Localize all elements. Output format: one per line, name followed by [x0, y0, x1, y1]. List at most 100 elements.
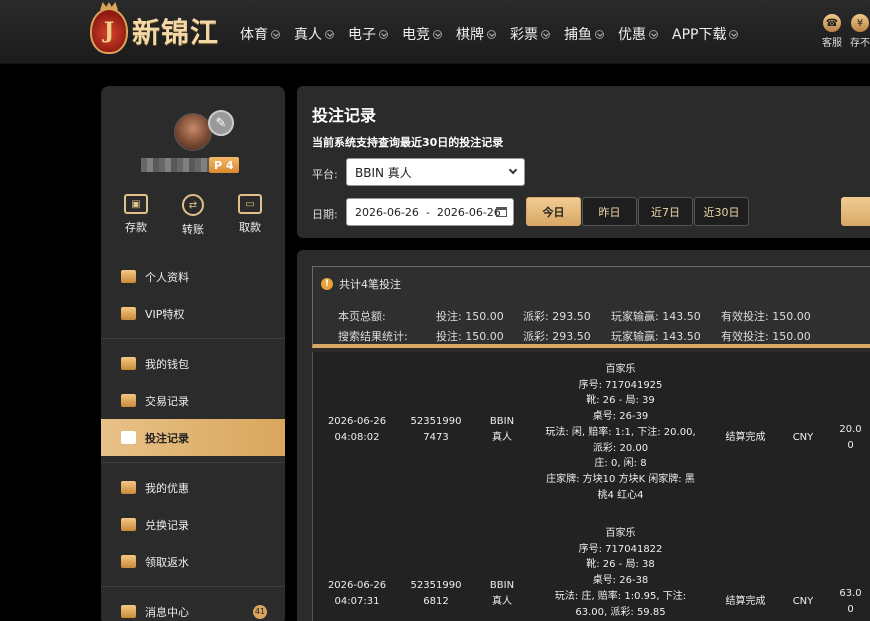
quick-today-button[interactable]: 今日	[526, 197, 581, 226]
site-logo[interactable]: J 新锦江	[90, 8, 219, 54]
nav-slots[interactable]: 电子	[348, 24, 388, 44]
platform-name: BBIN	[489, 580, 515, 591]
bet-time-cell: 2026-06-26 04:08:02	[313, 414, 401, 445]
order-number-cell: 52351990 6812	[401, 578, 471, 609]
nav-sports[interactable]: 体育	[240, 24, 280, 44]
nav-label: 优惠	[618, 27, 646, 43]
platform-cell: BBIN 真人	[471, 578, 533, 609]
username-blurred	[141, 158, 209, 172]
detail-line: 庄: 0, 闲: 8	[594, 458, 647, 470]
bet-amount-cell: 20.0 0	[828, 422, 870, 453]
detail-line: 派彩: 20.00	[592, 442, 649, 454]
summary-winloss: 玩家输赢: 143.50	[611, 330, 701, 343]
nav-label: 电子	[348, 27, 376, 43]
sidebar-item-vip[interactable]: VIP特权	[101, 295, 285, 332]
vip-level-badge: P 4	[209, 157, 239, 173]
menu-group-wallet: 我的钱包 交易记录 投注记录	[101, 338, 285, 462]
chevron-down-icon	[325, 29, 334, 39]
table-row: 2026-06-26 04:08:02 52351990 7473 BBIN 真人 百…	[313, 352, 870, 516]
wallet-actions: ▣ 存款 ⇄ 转账 ▭ 取款	[101, 194, 285, 237]
platform-label: 平台:	[312, 168, 338, 181]
nav-esports[interactable]: 电竞	[402, 24, 442, 44]
deposit-button[interactable]: ▣ 存款	[124, 194, 148, 237]
detail-line: 玩法: 庄, 赔率: 1:0.95, 下注:	[554, 590, 687, 602]
edit-icon[interactable]: ✎	[208, 110, 234, 136]
sidebar-item-redeem-records[interactable]: 兑换记录	[101, 506, 285, 543]
menu-group-promotions: 我的优惠 兑换记录 领取返水	[101, 462, 285, 586]
order-number: 52351990	[410, 416, 462, 427]
id-card-icon	[121, 270, 136, 283]
account-sidebar: ✎ P 4 ▣ 存款 ⇄ 转账 ▭ 取款 个人资料 VIP特权 我的钱包 交易记录 投…	[101, 86, 285, 621]
withdraw-button[interactable]: ▭ 取款	[238, 194, 262, 237]
sidebar-item-label: 我的钱包	[145, 357, 189, 371]
sidebar-item-my-promotions[interactable]: 我的优惠	[101, 469, 285, 506]
avatar[interactable]	[174, 113, 212, 151]
bet-amount: 63.0	[839, 588, 862, 599]
sidebar-item-messages[interactable]: 消息中心 41	[101, 593, 285, 621]
sidebar-item-profile[interactable]: 个人资料	[101, 258, 285, 295]
nav-label: 真人	[294, 27, 322, 43]
detail-line: 序号: 717041925	[578, 379, 663, 391]
chevron-down-icon	[649, 29, 658, 39]
sidebar-item-label: 个人资料	[145, 270, 189, 284]
search-button[interactable]	[841, 197, 870, 226]
top-bar: J 新锦江 体育 真人 电子 电竞 棋牌 彩票 捕鱼 优惠 APP下载 ☎ 客服 …	[0, 0, 870, 64]
transfer-label: 转账	[182, 223, 204, 236]
bet-time: 04:07:31	[334, 595, 380, 607]
wallet-icon: ▣	[124, 194, 148, 214]
quick-yesterday-button[interactable]: 昨日	[582, 197, 637, 226]
piggy-bank-icon	[121, 357, 136, 370]
nav-fishing[interactable]: 捕鱼	[564, 24, 604, 44]
bet-amount: 20.0	[839, 424, 862, 435]
bet-time-cell: 2026-06-26 04:07:31	[313, 578, 401, 609]
sidebar-item-label: 交易记录	[145, 394, 189, 408]
rebate-icon	[121, 555, 136, 568]
money-bag-icon	[121, 518, 136, 531]
chevron-down-icon	[729, 29, 739, 39]
results-panel: ! 共计4笔投注 本页总额: 投注: 150.00 派彩: 293.50 玩家输赢…	[297, 250, 870, 621]
chevron-down-icon	[271, 29, 280, 39]
bet-date: 2026-06-26	[327, 416, 387, 427]
calendar-icon	[496, 207, 507, 217]
gift-icon	[121, 481, 136, 494]
nav-cards[interactable]: 棋牌	[456, 24, 496, 44]
detail-line: 63.00, 派彩: 59.85	[575, 606, 666, 618]
customer-service-button[interactable]: ☎ 客服	[822, 14, 842, 49]
deposit-shortcut-button[interactable]: ¥ 存不	[850, 14, 870, 49]
unread-count-badge: 41	[253, 604, 267, 619]
nav-live[interactable]: 真人	[294, 24, 334, 44]
deposit-label: 存不	[850, 38, 870, 49]
detail-line: 桌号: 26-39	[592, 411, 649, 423]
currency-cell: CNY	[792, 432, 814, 443]
platform-name: BBIN	[489, 416, 515, 427]
summary-title: ! 共计4笔投注	[321, 276, 401, 292]
bet-date: 2026-06-26	[327, 580, 387, 591]
detail-line: 靴: 26 - 局: 38	[586, 559, 655, 571]
sidebar-item-rebate[interactable]: 领取返水	[101, 543, 285, 580]
order-number: 7473	[423, 431, 449, 443]
platform-select[interactable]: BBIN 真人	[346, 158, 525, 186]
service-icon: ☎	[823, 14, 841, 32]
nav-promotions[interactable]: 优惠	[618, 24, 658, 44]
date-range-input[interactable]: 2026-06-26 - 2026-06-26	[346, 198, 514, 226]
bet-time: 04:08:02	[334, 431, 380, 443]
sidebar-item-transactions[interactable]: 交易记录	[101, 382, 285, 419]
sidebar-item-wallet[interactable]: 我的钱包	[101, 345, 285, 382]
sidebar-item-bet-records[interactable]: 投注记录	[101, 419, 285, 456]
quick-30days-button[interactable]: 近30日	[694, 197, 749, 226]
order-number: 52351990	[410, 580, 462, 591]
game-name: 百家乐	[605, 528, 636, 539]
order-number: 6812	[423, 595, 449, 607]
nav-lottery[interactable]: 彩票	[510, 24, 550, 44]
sidebar-item-label: 我的优惠	[145, 481, 189, 495]
game-name: 百家乐	[605, 364, 636, 375]
summary-winloss: 玩家输赢: 143.50	[611, 310, 701, 323]
detail-line: 桌号: 26-38	[592, 575, 649, 587]
nav-app-download[interactable]: APP下载	[672, 24, 739, 44]
card-icon: ▭	[238, 194, 262, 214]
summary-count: 共计4笔投注	[339, 278, 401, 291]
summary-box: ! 共计4笔投注 本页总额: 投注: 150.00 派彩: 293.50 玩家输赢…	[312, 266, 870, 348]
quick-7days-button[interactable]: 近7日	[638, 197, 693, 226]
transfer-button[interactable]: ⇄ 转账	[182, 194, 204, 237]
chevron-down-icon	[379, 29, 388, 39]
